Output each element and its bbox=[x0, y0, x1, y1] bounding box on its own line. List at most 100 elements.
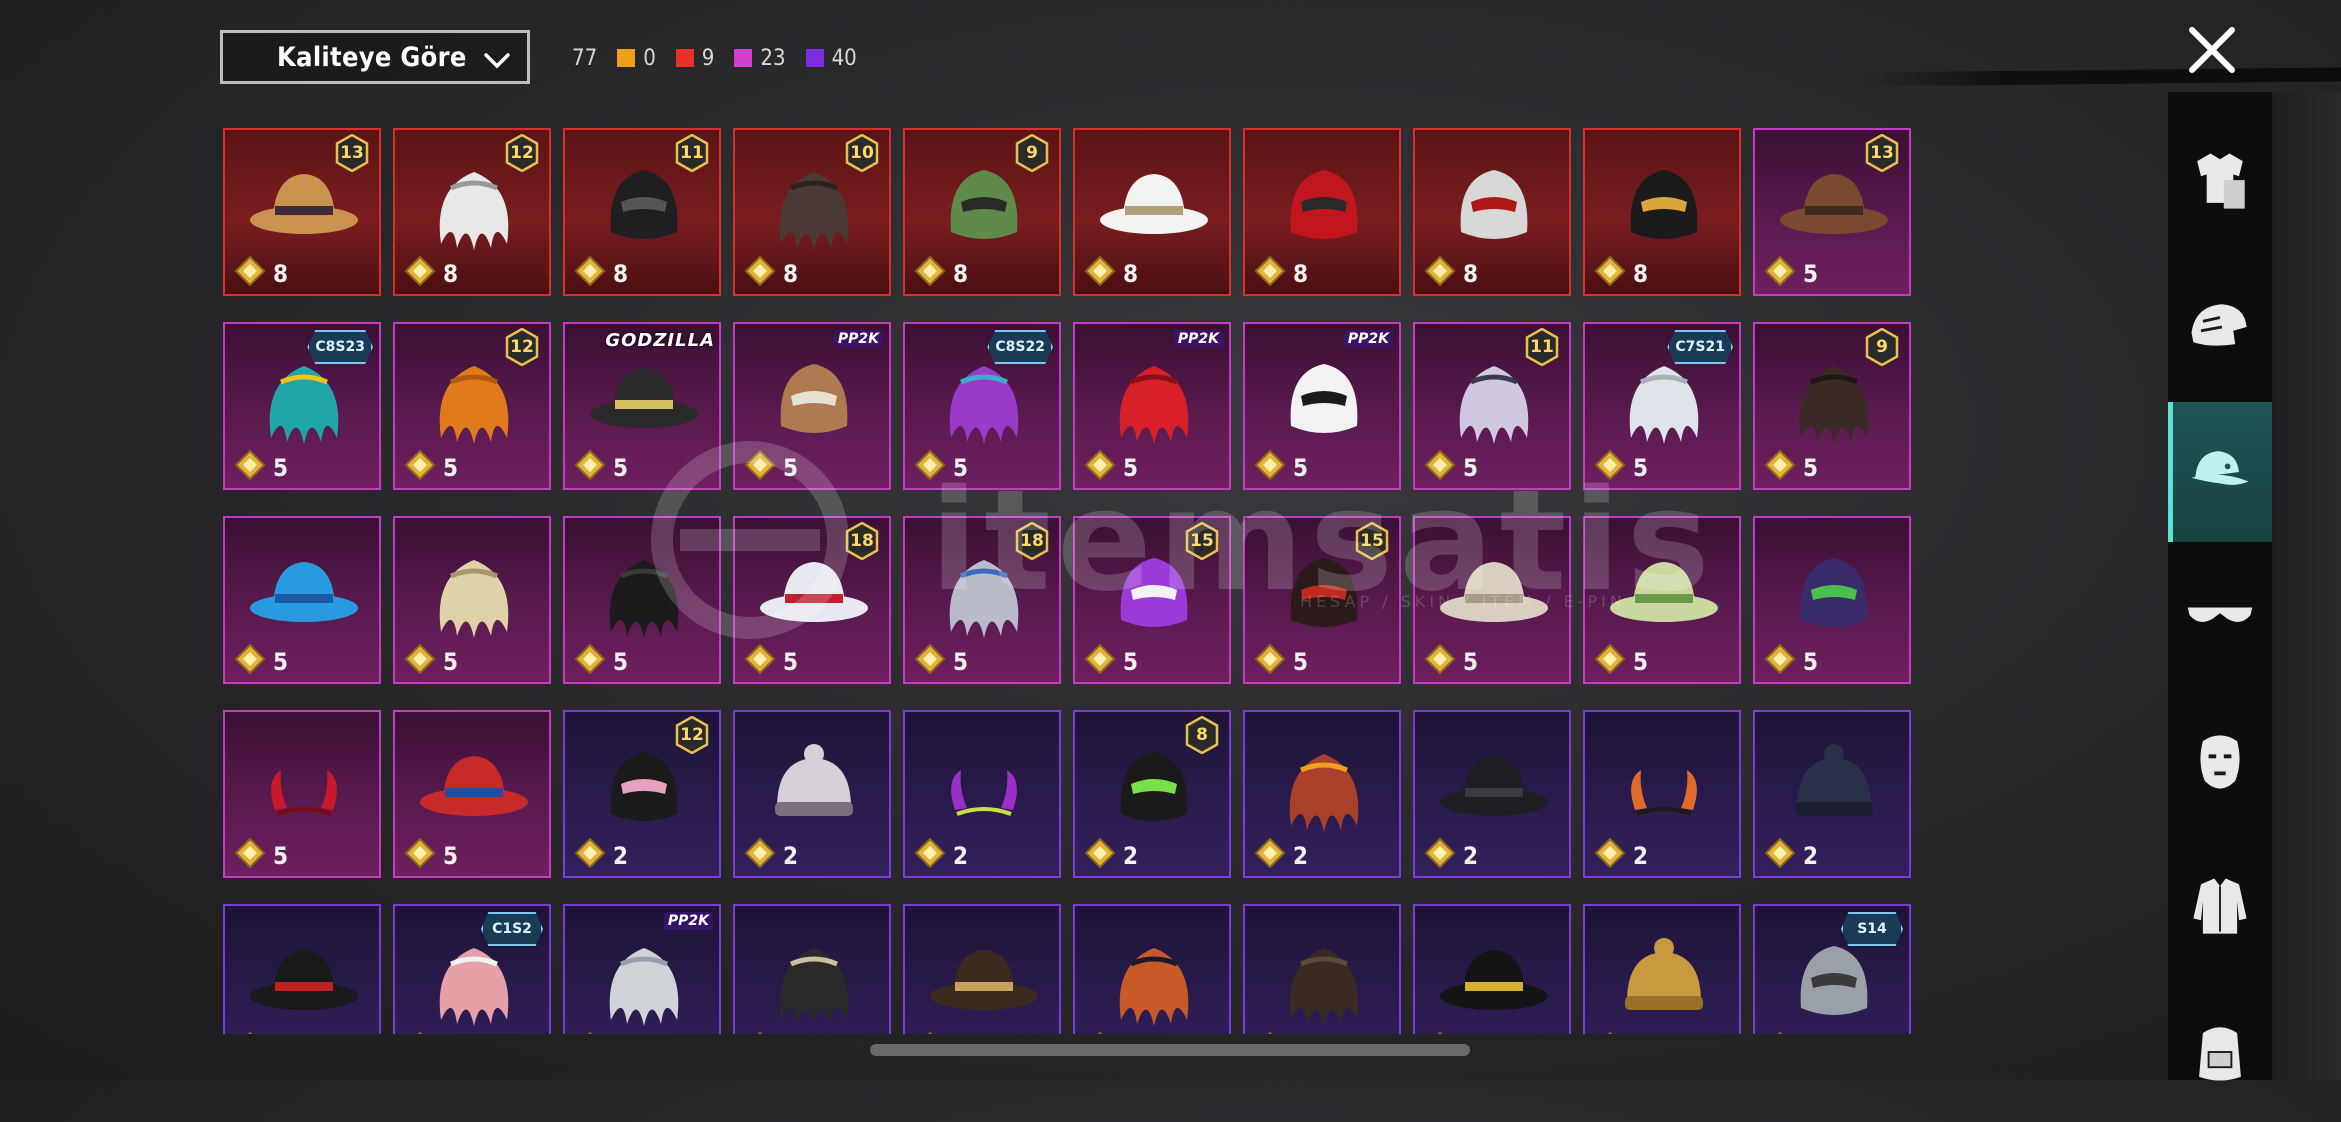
steampunk-hat-icon bbox=[930, 950, 1038, 1010]
item-card[interactable]: 5 PP2K bbox=[733, 322, 891, 490]
sidebar-item-hat[interactable] bbox=[2168, 402, 2272, 542]
item-card[interactable]: 5 15 bbox=[1243, 516, 1401, 684]
sidebar-item-helmet[interactable] bbox=[2168, 257, 2272, 397]
item-card[interactable]: 2 bbox=[1243, 904, 1401, 1034]
item-card[interactable]: 5 bbox=[1753, 516, 1911, 684]
item-quantity: 5 bbox=[783, 454, 799, 482]
item-card[interactable]: 5 18 bbox=[903, 516, 1061, 684]
close-icon[interactable] bbox=[2180, 18, 2244, 82]
item-grid: 8 13 8 12 8 11 8 10 8 9 8 8 8 8 5 13 5 C8S23 5 12 5 GODZILLA 5… bbox=[223, 128, 1913, 1034]
item-card[interactable]: 8 bbox=[1413, 128, 1571, 296]
item-card[interactable]: 8 bbox=[1583, 128, 1741, 296]
item-card[interactable]: 2C1S2 bbox=[393, 904, 551, 1034]
item-card[interactable]: 5 12 bbox=[393, 322, 551, 490]
item-quantity: 2 bbox=[1803, 842, 1819, 870]
item-quantity: 8 bbox=[613, 260, 629, 288]
outfit-icon bbox=[2197, 153, 2245, 209]
item-card[interactable]: 5 11 bbox=[1413, 322, 1571, 490]
coin-icon bbox=[1764, 449, 1796, 481]
item-card[interactable]: 5 PP2K bbox=[1243, 322, 1401, 490]
item-card[interactable]: 2 12 bbox=[563, 710, 721, 878]
horizontal-scrollbar[interactable] bbox=[870, 1044, 1470, 1056]
level-badge: 11 bbox=[675, 133, 709, 173]
item-card[interactable]: 8 13 bbox=[223, 128, 381, 296]
item-card[interactable]: 5 C8S22 bbox=[903, 322, 1061, 490]
item-card[interactable]: 2 bbox=[1243, 710, 1401, 878]
item-quantity: 5 bbox=[1293, 454, 1309, 482]
item-card[interactable]: 5 C8S23 bbox=[223, 322, 381, 490]
item-card[interactable]: 5 PP2K bbox=[1073, 322, 1231, 490]
item-card[interactable]: 2 bbox=[733, 904, 891, 1034]
brand-badge: PP2K bbox=[663, 912, 713, 930]
category-sidebar bbox=[2168, 92, 2272, 1081]
navy-beanie-icon bbox=[1795, 744, 1873, 816]
item-card[interactable]: 8 12 bbox=[393, 128, 551, 296]
level-badge: 13 bbox=[335, 133, 369, 173]
item-quantity: 5 bbox=[953, 648, 969, 676]
item-quantity: 5 bbox=[1463, 648, 1479, 676]
coin-icon bbox=[1254, 255, 1286, 287]
coin-icon bbox=[404, 449, 436, 481]
item-card[interactable]: 28 bbox=[1073, 710, 1231, 878]
item-card[interactable]: 89 bbox=[903, 128, 1061, 296]
item-card[interactable]: 2 bbox=[903, 904, 1061, 1034]
sidebar-item-jacket[interactable] bbox=[2168, 837, 2272, 977]
item-card[interactable]: 5 18 bbox=[733, 516, 891, 684]
level-badge: 15 bbox=[1185, 521, 1219, 561]
coin-icon bbox=[1424, 837, 1456, 869]
item-quantity: 5 bbox=[443, 454, 459, 482]
item-card[interactable]: 5 bbox=[393, 710, 551, 878]
item-quantity: 2 bbox=[1123, 842, 1139, 870]
item-card[interactable]: 5 bbox=[223, 710, 381, 878]
rare-count: 40 bbox=[805, 46, 857, 71]
item-card[interactable]: 5 bbox=[563, 516, 721, 684]
item-card[interactable]: 2 bbox=[223, 904, 381, 1034]
item-card[interactable]: 5 bbox=[223, 516, 381, 684]
decorative-streak bbox=[1860, 67, 2341, 87]
item-card[interactable]: 5 GODZILLA bbox=[563, 322, 721, 490]
item-card[interactable]: 2PP2K bbox=[563, 904, 721, 1034]
item-card[interactable]: 5 bbox=[1413, 516, 1571, 684]
white-cowboy-hat-icon bbox=[1100, 174, 1208, 234]
sidebar-item-glasses[interactable] bbox=[2168, 547, 2272, 687]
item-card[interactable]: 2 bbox=[1753, 710, 1911, 878]
item-card[interactable]: 2 bbox=[1583, 710, 1741, 878]
mustard-beanie-icon bbox=[1625, 938, 1703, 1010]
coin-icon bbox=[1254, 837, 1286, 869]
item-card[interactable]: 2 bbox=[1583, 904, 1741, 1034]
purple-horns-icon bbox=[951, 770, 1017, 816]
brand-badge: PP2K bbox=[1343, 330, 1393, 348]
rare-swatch bbox=[805, 49, 824, 67]
item-card[interactable]: 5 15 bbox=[1073, 516, 1231, 684]
llama-mask-icon bbox=[780, 364, 848, 433]
item-quantity: 2 bbox=[783, 842, 799, 870]
item-card[interactable]: 8 11 bbox=[563, 128, 721, 296]
item-card[interactable]: 2 bbox=[733, 710, 891, 878]
item-card[interactable]: 5 C7S21 bbox=[1583, 322, 1741, 490]
coin-icon bbox=[234, 255, 266, 287]
item-card[interactable]: 2 bbox=[1413, 904, 1571, 1034]
item-card[interactable]: 2 bbox=[1073, 904, 1231, 1034]
item-card[interactable]: 2 bbox=[1413, 710, 1571, 878]
item-card[interactable]: 8 bbox=[1243, 128, 1401, 296]
item-card[interactable]: 5 bbox=[1583, 516, 1741, 684]
coin-icon bbox=[1254, 643, 1286, 675]
item-card[interactable]: 5 bbox=[393, 516, 551, 684]
sidebar-item-mask[interactable] bbox=[2168, 692, 2272, 832]
brand-badge: PP2K bbox=[833, 330, 883, 348]
sidebar-item-backpack[interactable] bbox=[2168, 982, 2272, 1122]
level-badge: 8 bbox=[1185, 715, 1219, 755]
sort-dropdown[interactable]: Kaliteye Göre bbox=[220, 30, 530, 84]
item-card[interactable]: 2S14 bbox=[1753, 904, 1911, 1034]
black-braids-icon bbox=[609, 560, 679, 638]
top-bar: Kaliteye Göre 77 0 9 23 40 bbox=[0, 0, 2341, 120]
coin-icon bbox=[1594, 643, 1626, 675]
item-card[interactable]: 2 bbox=[903, 710, 1061, 878]
coin-icon bbox=[404, 643, 436, 675]
coin-icon bbox=[1267, 1031, 1273, 1034]
item-card[interactable]: 8 bbox=[1073, 128, 1231, 296]
item-card[interactable]: 5 13 bbox=[1753, 128, 1911, 296]
item-card[interactable]: 8 10 bbox=[733, 128, 891, 296]
sidebar-item-outfit[interactable] bbox=[2168, 112, 2272, 252]
item-card[interactable]: 59 bbox=[1753, 322, 1911, 490]
